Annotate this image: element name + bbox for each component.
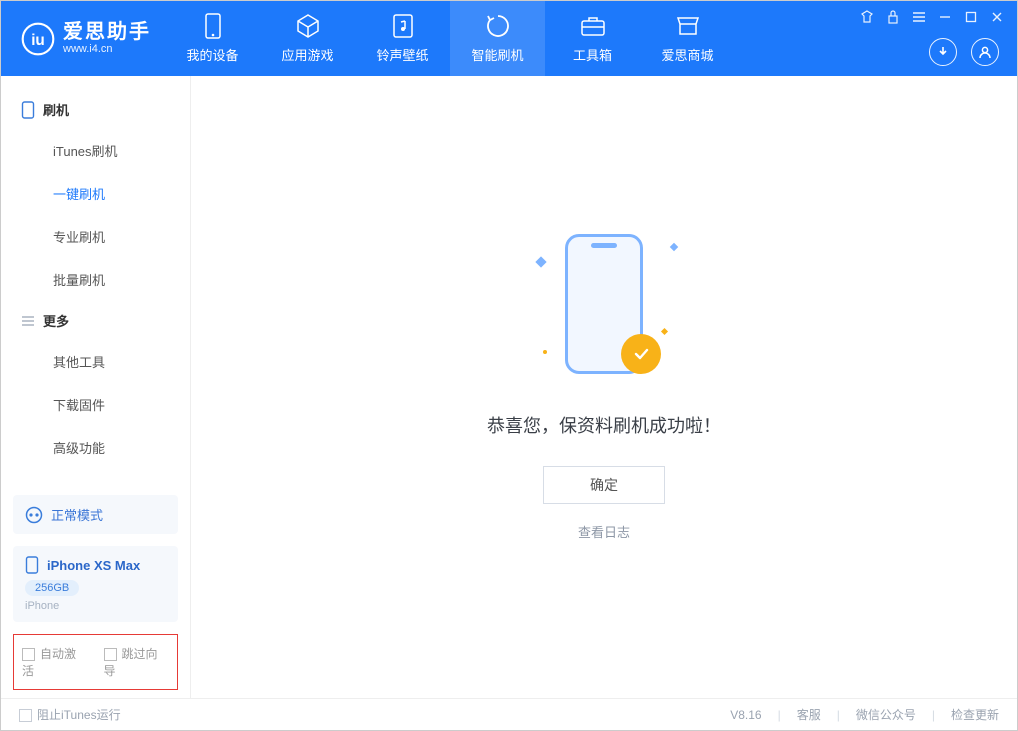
app-logo-icon: iu — [21, 22, 55, 56]
footer-link-wechat[interactable]: 微信公众号 — [856, 706, 916, 723]
sidebar-group-title: 刷机 — [43, 100, 69, 119]
sidebar-item-batch-flash[interactable]: 批量刷机 — [1, 258, 190, 301]
device-name-text: iPhone XS Max — [47, 558, 140, 573]
download-button[interactable] — [929, 38, 957, 66]
tab-toolbox[interactable]: 工具箱 — [545, 1, 640, 76]
highlighted-checkbox-row: 自动激活 跳过向导 — [13, 634, 178, 690]
sidebar: 刷机 iTunes刷机 一键刷机 专业刷机 批量刷机 更多 其他工具 下载固件 … — [1, 76, 191, 698]
tab-label: 智能刷机 — [471, 45, 523, 64]
sidebar-item-pro-flash[interactable]: 专业刷机 — [1, 215, 190, 258]
sidebar-item-advanced[interactable]: 高级功能 — [1, 426, 190, 469]
tab-my-device[interactable]: 我的设备 — [165, 1, 260, 76]
version-label: V8.16 — [730, 708, 761, 722]
view-log-link[interactable]: 查看日志 — [578, 522, 630, 541]
mode-card[interactable]: 正常模式 — [13, 495, 178, 534]
main-content: 恭喜您，保资料刷机成功啦！ 确定 查看日志 — [191, 76, 1017, 698]
menu-icon[interactable] — [911, 9, 927, 25]
tab-label: 我的设备 — [186, 45, 238, 64]
device-small-icon — [25, 556, 39, 574]
minimize-button[interactable] — [937, 9, 953, 25]
mode-icon — [25, 506, 43, 524]
tab-ringtones[interactable]: 铃声壁纸 — [355, 1, 450, 76]
mode-label: 正常模式 — [51, 505, 103, 524]
device-type: iPhone — [25, 600, 166, 612]
sidebar-item-oneclick-flash[interactable]: 一键刷机 — [1, 172, 190, 215]
footer-link-support[interactable]: 客服 — [797, 706, 821, 723]
tab-smart-flash[interactable]: 智能刷机 — [450, 1, 545, 76]
tab-label: 应用游戏 — [281, 45, 333, 64]
list-icon — [21, 314, 35, 328]
tab-store[interactable]: 爱思商城 — [640, 1, 735, 76]
status-bar: 阻止iTunes运行 V8.16 | 客服 | 微信公众号 | 检查更新 — [1, 698, 1017, 730]
sidebar-group-more: 更多 — [1, 301, 190, 340]
header-action-circles — [929, 38, 999, 66]
check-badge-icon — [621, 334, 661, 374]
refresh-icon — [485, 13, 511, 39]
app-title: 爱思助手 — [63, 21, 151, 43]
success-illustration — [549, 234, 659, 384]
checkbox-skip-guide[interactable]: 跳过向导 — [104, 645, 170, 679]
app-subtitle: www.i4.cn — [63, 43, 151, 55]
skin-icon[interactable] — [859, 9, 875, 25]
lock-icon[interactable] — [885, 9, 901, 25]
footer-link-update[interactable]: 检查更新 — [951, 706, 999, 723]
nav-tabs: 我的设备 应用游戏 铃声壁纸 智能刷机 工具箱 爱思商城 — [165, 1, 735, 76]
tab-apps-games[interactable]: 应用游戏 — [260, 1, 355, 76]
checkbox-auto-activate[interactable]: 自动激活 — [22, 645, 88, 679]
sidebar-item-itunes-flash[interactable]: iTunes刷机 — [1, 129, 190, 172]
device-icon — [200, 13, 226, 39]
app-logo-block: iu 爱思助手 www.i4.cn — [1, 21, 165, 55]
music-icon — [390, 13, 416, 39]
toolbox-icon — [580, 13, 606, 39]
cube-icon — [295, 13, 321, 39]
storage-badge: 256GB — [25, 580, 79, 596]
tab-label: 爱思商城 — [661, 45, 713, 64]
svg-text:iu: iu — [31, 31, 45, 48]
window-controls — [859, 9, 1005, 25]
close-button[interactable] — [989, 9, 1005, 25]
device-card[interactable]: iPhone XS Max 256GB iPhone — [13, 546, 178, 622]
ok-button[interactable]: 确定 — [543, 466, 665, 504]
sidebar-group-title: 更多 — [43, 311, 69, 330]
sidebar-item-other-tools[interactable]: 其他工具 — [1, 340, 190, 383]
tab-label: 铃声壁纸 — [376, 45, 428, 64]
sidebar-group-flash: 刷机 — [1, 90, 190, 129]
tab-label: 工具箱 — [573, 45, 612, 64]
app-header: iu 爱思助手 www.i4.cn 我的设备 应用游戏 铃声壁纸 智能刷机 工具… — [1, 1, 1017, 76]
sidebar-item-download-firmware[interactable]: 下载固件 — [1, 383, 190, 426]
maximize-button[interactable] — [963, 9, 979, 25]
store-icon — [675, 13, 701, 39]
user-button[interactable] — [971, 38, 999, 66]
phone-small-icon — [21, 101, 35, 119]
checkbox-block-itunes[interactable]: 阻止iTunes运行 — [19, 706, 121, 723]
success-message: 恭喜您，保资料刷机成功啦！ — [487, 412, 721, 438]
